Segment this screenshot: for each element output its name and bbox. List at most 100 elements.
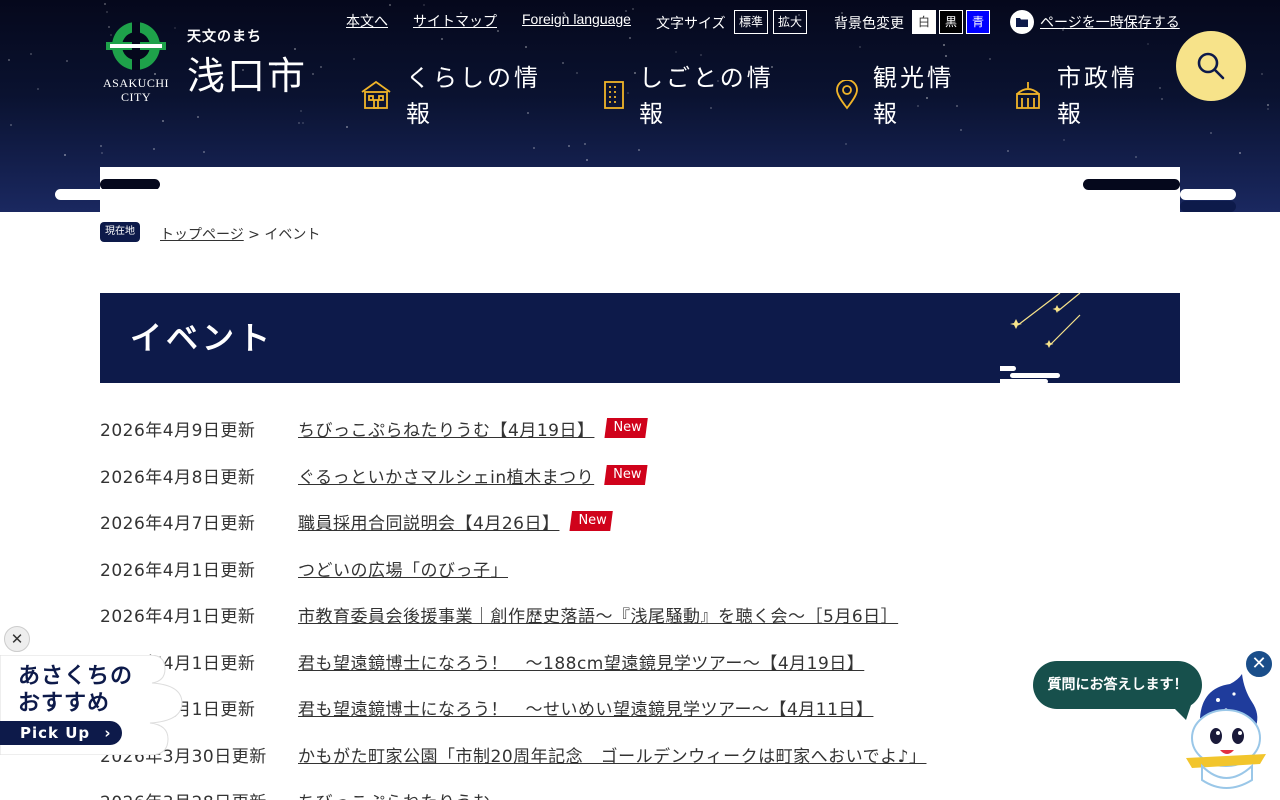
page-title-bar: イベント — [100, 293, 1180, 383]
star-dot — [525, 46, 527, 48]
star-dot — [346, 126, 348, 128]
bg-black-button[interactable]: 黒 — [939, 10, 963, 34]
new-badge: New — [569, 511, 613, 531]
pickup-close-button[interactable]: ✕ — [4, 626, 30, 652]
folder-icon — [1010, 10, 1034, 34]
breadcrumb: トップページ > イベント — [160, 224, 320, 244]
breadcrumb-separator: > — [243, 227, 265, 243]
event-link[interactable]: ちびっこぷらねたりうむ — [298, 788, 491, 800]
event-link[interactable]: ちびっこぷらねたりうむ【4月19日】 — [298, 416, 594, 441]
star-dot — [37, 88, 39, 90]
cloud-decoration — [1083, 179, 1180, 190]
star-dot — [441, 38, 443, 40]
cloud-decoration — [100, 168, 160, 179]
save-page-label: ページを一時保存する — [1040, 15, 1180, 31]
event-link[interactable]: ぐるっといかさマルシェin植木まつり — [298, 463, 594, 488]
site-header: ASAKUCHI CITY 天文のまち 浅口市 本文へ サイトマップ Forei… — [0, 0, 1280, 212]
foreign-language-link[interactable]: Foreign language — [522, 11, 631, 27]
event-link[interactable]: 君も望遠鏡博士になろう！ ～せいめい望遠鏡見学ツアー～【4月11日】 — [298, 695, 873, 720]
event-link[interactable]: 職員採用合同説明会【4月26日】 — [298, 509, 559, 534]
list-item: 2026年4月9日更新 ちびっこぷらねたりうむ【4月19日】 New — [100, 413, 1180, 443]
star-dot — [576, 72, 578, 74]
shooting-star-decoration — [1000, 293, 1081, 383]
city-hall-icon — [1016, 82, 1040, 109]
cloud-decoration — [1180, 189, 1236, 200]
logo-english: ASAKUCHI CITY — [102, 76, 169, 104]
star-dot — [106, 11, 108, 13]
star-dot — [30, 53, 32, 55]
cloud-decoration — [1083, 168, 1145, 179]
nav-city-admin[interactable]: 市政情報 — [1013, 60, 1138, 132]
star-dot — [629, 37, 631, 39]
search-button[interactable] — [1176, 31, 1246, 101]
pickup-banner[interactable]: あさくちの おすすめ Pick Up › — [0, 655, 185, 755]
header-cloud-band — [100, 167, 1180, 212]
breadcrumb-current: イベント — [264, 227, 321, 243]
breadcrumb-badge: 現在地 — [100, 222, 140, 242]
star-dot — [10, 124, 12, 126]
pickup-button[interactable]: Pick Up › — [0, 721, 122, 745]
star-dot — [1210, 132, 1212, 134]
list-item: 2026年4月1日更新 つどいの広場「のびっ子」 — [100, 553, 1180, 583]
event-date: 2026年4月7日更新 — [100, 513, 256, 534]
list-item: 2026年4月1日更新 市教育委員会後援事業｜創作歴史落語～『浅尾騒動』を聴く会… — [100, 599, 1180, 629]
star-dot — [1267, 108, 1269, 110]
save-page-link[interactable]: ページを一時保存する — [1010, 10, 1180, 34]
text-size-standard-button[interactable]: 標準 — [734, 10, 769, 34]
cloud-decoration — [1180, 201, 1236, 212]
event-link[interactable]: つどいの広場「のびっ子」 — [298, 556, 508, 581]
bg-color-label: 背景色変更 — [834, 16, 904, 32]
page-title: イベント — [130, 319, 275, 357]
star-dot — [1267, 104, 1269, 106]
breadcrumb-home-link[interactable]: トップページ — [160, 227, 244, 243]
star-dot — [423, 4, 425, 6]
list-item: 2026年4月1日更新 君も望遠鏡博士になろう！ ～せいめい望遠鏡見学ツアー～【… — [100, 692, 1180, 722]
star-dot — [533, 147, 535, 149]
star-dot — [700, 54, 702, 56]
list-item: 2026年3月28日更新 ちびっこぷらねたりうむ — [100, 785, 1180, 800]
event-link[interactable]: 君も望遠鏡博士になろう！ ～188cm望遠鏡見学ツアー～【4月19日】 — [298, 649, 864, 674]
nav-living[interactable]: くらしの情報 — [360, 60, 541, 132]
star-dot — [989, 58, 991, 60]
star-dot — [675, 51, 677, 53]
map-pin-icon — [836, 80, 858, 110]
list-item: 2026年4月8日更新 ぐるっといかさマルシェin植木まつり New — [100, 460, 1180, 490]
house-icon — [361, 80, 391, 109]
new-badge: New — [604, 465, 648, 485]
chevron-right-icon: › — [104, 724, 112, 742]
star-dot — [197, 116, 199, 118]
event-date: 2026年3月28日更新 — [100, 788, 298, 800]
list-item: 2026年3月30日更新 かもがた町家公園「市制20周年記念 ゴールデンウィーク… — [100, 739, 1180, 769]
skip-to-content-link[interactable]: 本文へ — [346, 11, 388, 31]
pickup-button-label: Pick Up — [20, 724, 91, 742]
nav-tourism[interactable]: 観光情報 — [835, 60, 954, 132]
star-dot — [1161, 98, 1163, 100]
sitemap-link[interactable]: サイトマップ — [413, 11, 497, 31]
star-dot — [845, 143, 847, 145]
star-dot — [353, 58, 355, 60]
text-size-enlarge-button[interactable]: 拡大 — [773, 10, 808, 34]
star-dot — [1135, 156, 1137, 158]
star-dot — [300, 110, 302, 112]
star-dot — [586, 159, 588, 161]
mascot-icon[interactable] — [1182, 672, 1272, 792]
star-dot — [162, 120, 164, 122]
star-dot — [632, 8, 634, 10]
nav-label: しごとの情報 — [639, 64, 774, 128]
event-link[interactable]: 市教育委員会後援事業｜創作歴史落語～『浅尾騒動』を聴く会～［5月6日］ — [298, 602, 898, 627]
star-dot — [1239, 152, 1241, 154]
star-dot — [859, 46, 861, 48]
event-date: 2026年4月1日更新 — [100, 560, 256, 581]
nav-work[interactable]: しごとの情報 — [603, 60, 774, 132]
star-dot — [1007, 150, 1009, 152]
star-dot — [497, 30, 499, 32]
site-logo[interactable]: ASAKUCHI CITY 天文のまち 浅口市 — [100, 20, 325, 110]
star-dot — [1261, 73, 1263, 75]
event-date: 2026年4月9日更新 — [100, 420, 256, 441]
pickup-title: あさくちの おすすめ — [18, 664, 134, 716]
bg-white-button[interactable]: 白 — [912, 10, 936, 34]
star-dot — [945, 55, 947, 57]
bg-blue-button[interactable]: 青 — [966, 10, 990, 34]
text-size-label: 文字サイズ — [656, 16, 726, 32]
event-link[interactable]: かもがた町家公園「市制20周年記念 ゴールデンウィークは町家へおいでよ♪」 — [298, 742, 926, 767]
